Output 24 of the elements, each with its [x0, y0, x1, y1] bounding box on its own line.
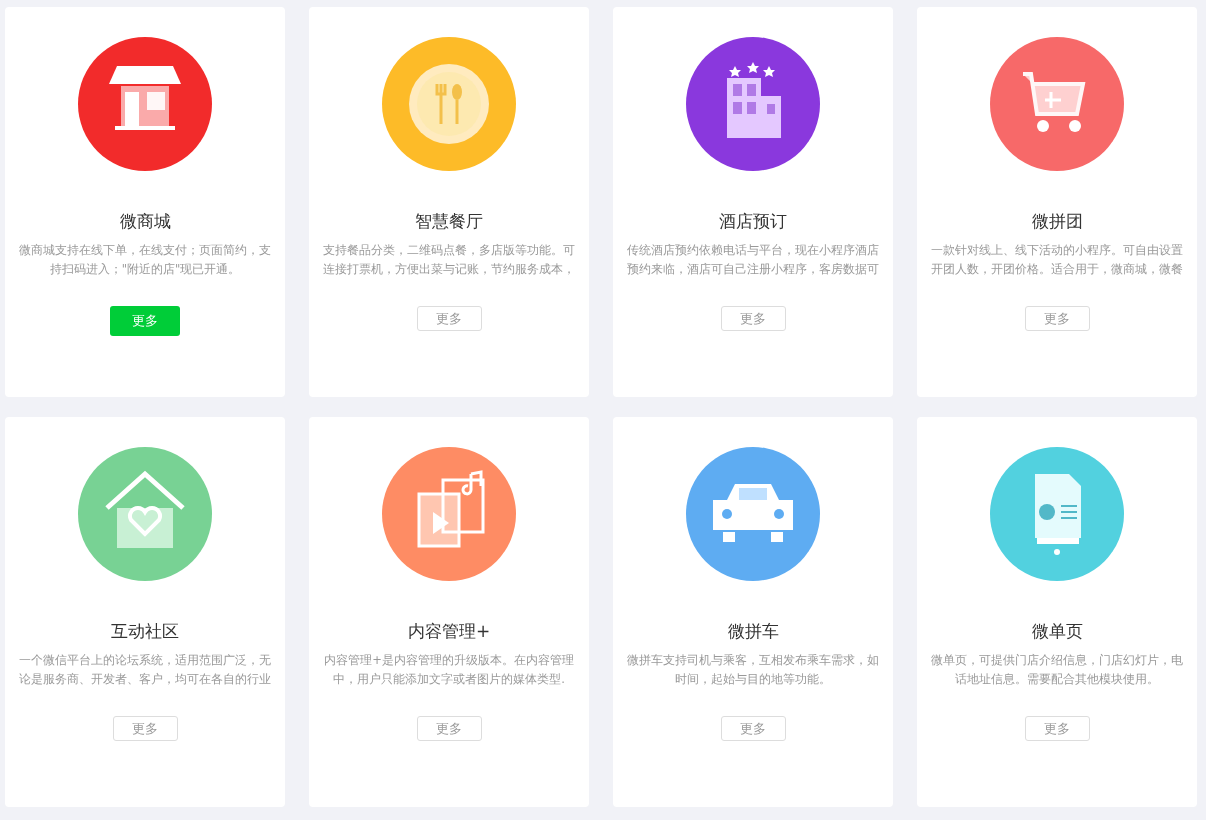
card-description: 微商城支持在线下单，在线支付；页面简约，支持扫码进入；"附近的店"现已开通。 — [18, 242, 272, 278]
more-button[interactable]: 更多 — [1024, 716, 1090, 741]
card-description: 微拼车支持司机与乘客，互相发布乘车需求，如时间，起始与目的地等功能。 — [626, 652, 880, 688]
more-button[interactable]: 更多 — [720, 716, 786, 741]
card-description: 内容管理+是内容管理的升级版本。在内容管理中，用户只能添加文字或者图片的媒体类型. — [323, 652, 575, 688]
card-description: 一款针对线上、线下活动的小程序。可自由设置开团人数，开团价格。适合用于，微商城，微餐 — [930, 242, 1184, 278]
more-button[interactable]: 更多 — [720, 306, 786, 331]
card-description: 一个微信平台上的论坛系统，适用范围广泛，无论是服务商、开发者、客户，均可在各自的行业 — [18, 652, 272, 688]
card-title: 微单页 — [1031, 620, 1083, 643]
card-title: 微拼团 — [1031, 210, 1083, 233]
more-button[interactable]: 更多 — [416, 306, 482, 331]
card-title: 微拼车 — [727, 620, 779, 643]
more-button[interactable]: 更多 — [1024, 306, 1090, 331]
more-button[interactable]: 更多 — [112, 716, 178, 741]
card-title: 微商城 — [119, 210, 171, 233]
card-title: 互动社区 — [111, 620, 179, 643]
more-button[interactable]: 更多 — [110, 306, 180, 336]
card-title: 智慧餐厅 — [415, 210, 483, 233]
card-description: 传统酒店预约依赖电话与平台，现在小程序酒店预约来临，酒店可自己注册小程序，客房数据可 — [626, 242, 880, 278]
card-description: 支持餐品分类，二维码点餐，多店版等功能。可连接打票机，方便出菜与记账，节约服务成本， — [322, 242, 576, 278]
card-title: 酒店预订 — [719, 210, 787, 233]
card-description: 微单页，可提供门店介绍信息，门店幻灯片，电话地址信息。需要配合其他模块使用。 — [930, 652, 1184, 688]
more-button[interactable]: 更多 — [416, 716, 482, 741]
card-title: 内容管理+ — [407, 620, 491, 643]
